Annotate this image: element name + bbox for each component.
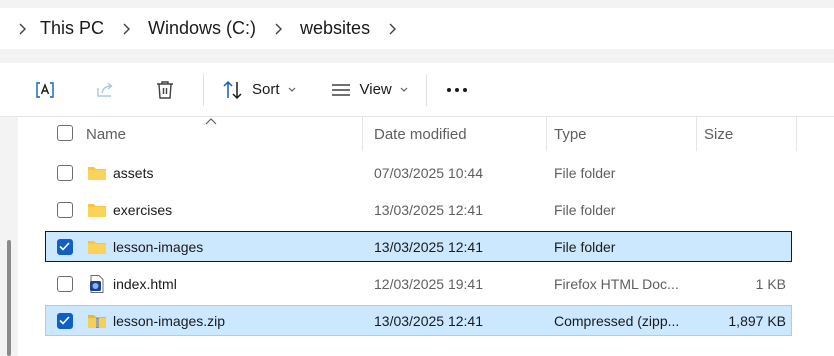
- view-button[interactable]: View: [320, 70, 418, 110]
- column-divider[interactable]: [546, 117, 547, 151]
- file-type: File folder: [554, 165, 616, 181]
- file-name: lesson-images: [113, 239, 204, 255]
- row-checkbox[interactable]: [57, 165, 73, 181]
- file-row[interactable]: lesson-images.zip 13/03/2025 12:41 Compr…: [18, 304, 834, 341]
- list-view-icon: [331, 83, 350, 96]
- file-date-modified: 13/03/2025 12:41: [374, 239, 483, 255]
- breadcrumb-separator-chevron-icon[interactable]: [262, 8, 294, 49]
- file-name: assets: [113, 165, 154, 181]
- zip-folder-icon: [88, 315, 106, 328]
- breadcrumb-item-windows-c[interactable]: Windows (C:): [142, 8, 262, 49]
- file-date-modified: 07/03/2025 10:44: [374, 165, 483, 181]
- file-size: 1 KB: [755, 276, 786, 292]
- toolbar-separator-band: [0, 49, 834, 63]
- file-row[interactable]: assets 07/03/2025 10:44 File folder: [18, 156, 834, 193]
- breadcrumb-expand-chevron-icon[interactable]: [0, 8, 34, 49]
- sort-button[interactable]: Sort: [212, 70, 306, 110]
- select-all-checkbox[interactable]: [57, 125, 73, 141]
- column-divider[interactable]: [362, 117, 363, 151]
- share-icon: [97, 81, 113, 97]
- file-list: Name Date modified Type Size assets 07/0…: [18, 117, 834, 356]
- file-name: lesson-images.zip: [113, 313, 226, 329]
- chevron-down-icon: [288, 87, 295, 92]
- share-button[interactable]: [75, 70, 135, 110]
- chevron-down-icon: [400, 87, 408, 92]
- column-divider[interactable]: [696, 117, 697, 151]
- file-type: Compressed (zipp...: [554, 313, 680, 329]
- file-type: File folder: [554, 239, 616, 255]
- column-header-name[interactable]: Name: [86, 126, 126, 143]
- checkmark-icon: [59, 316, 70, 325]
- column-header-type[interactable]: Type: [554, 126, 587, 143]
- delete-button[interactable]: [135, 70, 195, 110]
- file-name: exercises: [113, 202, 173, 218]
- breadcrumb-item-websites[interactable]: websites: [294, 8, 376, 49]
- file-date-modified: 12/03/2025 19:41: [374, 276, 483, 292]
- breadcrumb-item-this-pc[interactable]: This PC: [34, 8, 110, 49]
- rename-icon: [36, 81, 54, 98]
- file-date-modified: 13/03/2025 12:41: [374, 202, 483, 218]
- ellipsis-icon: [446, 87, 467, 92]
- file-size: 1,897 KB: [728, 313, 786, 329]
- sort-ascending-icon: [205, 118, 217, 125]
- toolbar-divider: [203, 73, 204, 106]
- html-file-icon: [90, 275, 104, 293]
- file-type: File folder: [554, 202, 616, 218]
- file-row[interactable]: index.html 12/03/2025 19:41 Firefox HTML…: [18, 267, 834, 304]
- trash-icon: [157, 80, 173, 99]
- sort-arrows-icon: [223, 80, 242, 99]
- folder-icon: [88, 167, 106, 180]
- rename-button[interactable]: [15, 70, 75, 110]
- file-name: index.html: [113, 276, 177, 292]
- checkmark-icon: [59, 242, 70, 251]
- sort-label: Sort: [252, 81, 280, 98]
- folder-icon: [88, 204, 106, 217]
- file-type: Firefox HTML Doc...: [554, 276, 679, 292]
- more-options-button[interactable]: [435, 70, 479, 110]
- command-bar: Sort View: [0, 63, 834, 117]
- row-checkbox[interactable]: [57, 313, 73, 329]
- row-checkbox[interactable]: [57, 202, 73, 218]
- navigation-pane-edge: [0, 117, 18, 356]
- row-checkbox[interactable]: [57, 239, 73, 255]
- toolbar-divider: [425, 73, 427, 106]
- breadcrumb-separator-chevron-icon[interactable]: [110, 8, 142, 49]
- row-checkbox[interactable]: [57, 276, 73, 292]
- breadcrumb-separator-chevron-icon[interactable]: [376, 8, 408, 49]
- column-divider[interactable]: [796, 117, 797, 151]
- file-row[interactable]: exercises 13/03/2025 12:41 File folder: [18, 193, 834, 230]
- breadcrumb: This PC Windows (C:) websites: [0, 8, 834, 49]
- file-date-modified: 13/03/2025 12:41: [374, 313, 483, 329]
- column-header-row: Name Date modified Type Size: [18, 117, 834, 151]
- title-strip: [0, 0, 834, 8]
- file-row[interactable]: lesson-images 13/03/2025 12:41 File fold…: [18, 230, 834, 267]
- column-header-size[interactable]: Size: [704, 126, 733, 143]
- folder-icon: [88, 241, 106, 254]
- view-label: View: [359, 81, 392, 98]
- navigation-scrollbar-thumb[interactable]: [7, 240, 11, 356]
- column-header-date-modified[interactable]: Date modified: [374, 126, 467, 143]
